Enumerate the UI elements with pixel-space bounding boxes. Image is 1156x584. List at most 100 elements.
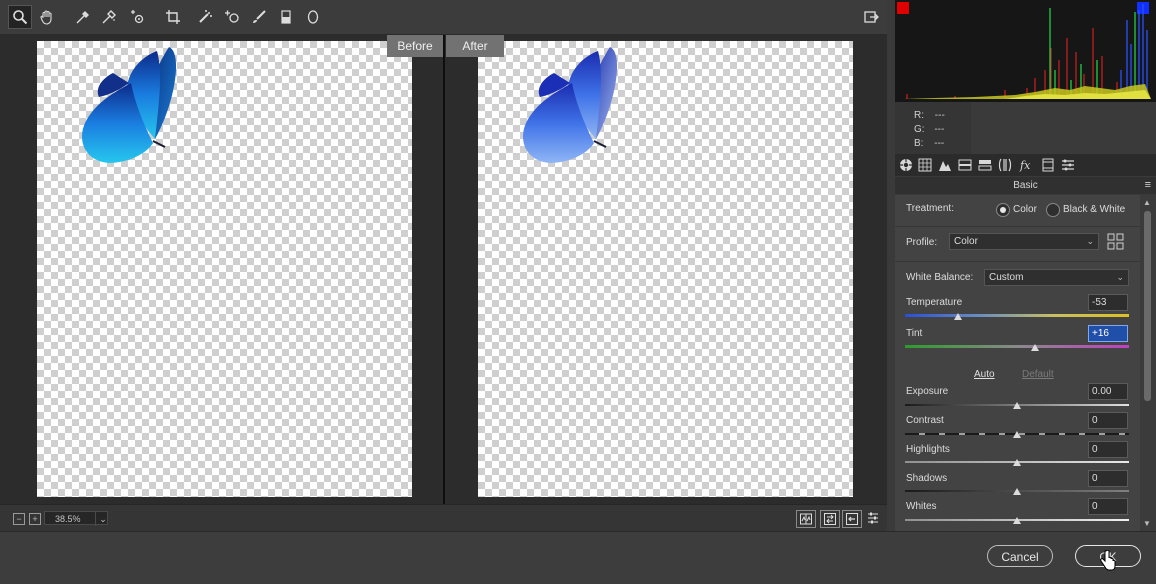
g-value: ---: [934, 124, 945, 135]
panel-scrollbar[interactable]: ▲ ▼: [1140, 195, 1156, 531]
panel-title: Basic: [1013, 180, 1038, 191]
zoom-in-button[interactable]: +: [29, 513, 41, 525]
chevron-down-icon: ⌄: [1086, 236, 1094, 246]
highlights-label: Highlights: [906, 444, 950, 455]
zoom-icon[interactable]: [8, 5, 32, 29]
swap-settings-icon[interactable]: [820, 510, 840, 528]
exposure-slider-thumb[interactable]: [1013, 402, 1021, 409]
tint-slider-thumb[interactable]: [1030, 344, 1039, 351]
contrast-field[interactable]: 0: [1088, 412, 1128, 429]
detail-icon[interactable]: [937, 157, 953, 173]
chevron-down-icon: ⌄: [1116, 272, 1124, 282]
exposure-field[interactable]: 0.00: [1088, 383, 1128, 400]
scrollbar-thumb[interactable]: [1144, 211, 1151, 401]
zoom-level-field[interactable]: 38.5% ⌄: [44, 511, 110, 526]
white-balance-value: Custom: [989, 272, 1024, 283]
treatment-color-radio[interactable]: [996, 203, 1010, 217]
hsl-icon[interactable]: [957, 157, 973, 173]
lens-corrections-icon[interactable]: [997, 157, 1013, 173]
targeted-adjustment-icon[interactable]: [126, 6, 148, 28]
adjustment-brush-icon[interactable]: [248, 6, 270, 28]
contrast-slider-thumb[interactable]: [1013, 431, 1021, 438]
treatment-bw-radio[interactable]: [1046, 203, 1060, 217]
presets-icon[interactable]: [1060, 157, 1076, 173]
rgb-readout: R: --- G: --- B: ---: [895, 102, 1156, 154]
shadows-field[interactable]: 0: [1088, 470, 1128, 487]
basic-settings-panel: Treatment: Color Black & White Profile: …: [895, 195, 1140, 531]
copy-settings-icon[interactable]: [842, 510, 862, 528]
divider: [895, 261, 1140, 262]
panel-header: Basic ≡: [895, 177, 1156, 194]
view-mode-icon[interactable]: [796, 510, 816, 528]
default-button[interactable]: Default: [1022, 369, 1054, 380]
whites-field[interactable]: 0: [1088, 498, 1128, 515]
profile-value: Color: [954, 236, 978, 247]
histogram: [895, 0, 1156, 102]
temperature-slider-track[interactable]: [905, 314, 1129, 317]
treatment-label: Treatment:: [906, 203, 954, 214]
highlights-field[interactable]: 0: [1088, 441, 1128, 458]
treatment-color-label: Color: [1013, 204, 1037, 215]
split-toning-icon[interactable]: [977, 157, 993, 173]
auto-button[interactable]: Auto: [974, 369, 995, 380]
profile-browser-icon[interactable]: [1107, 233, 1125, 250]
zoom-out-button[interactable]: −: [13, 513, 25, 525]
histogram-graph: [903, 4, 1151, 99]
scroll-up-icon[interactable]: ▲: [1143, 198, 1151, 207]
preview-preferences-icon[interactable]: [864, 510, 882, 526]
preview-bottom-bar: − + 38.5% ⌄: [0, 504, 887, 531]
after-canvas[interactable]: [478, 41, 853, 497]
r-label: R:: [914, 110, 924, 121]
shadows-slider-thumb[interactable]: [1013, 488, 1021, 495]
shadows-label: Shadows: [906, 473, 948, 484]
before-canvas[interactable]: [37, 41, 412, 497]
contrast-label: Contrast: [906, 415, 944, 426]
crop-icon[interactable]: [162, 6, 184, 28]
zoom-dropdown-caret[interactable]: ⌄: [95, 512, 110, 526]
effects-fx-icon[interactable]: fx: [1018, 157, 1034, 173]
dialog-footer: Cancel OK: [0, 531, 1156, 584]
g-label: G:: [914, 124, 925, 135]
r-value: ---: [934, 110, 945, 121]
tint-field[interactable]: +16: [1088, 325, 1128, 342]
temperature-label: Temperature: [906, 297, 963, 308]
basic-panel-icon[interactable]: [898, 157, 914, 173]
treatment-bw-label: Black & White: [1063, 204, 1126, 215]
color-sampler-icon[interactable]: [98, 6, 120, 28]
spot-removal-icon[interactable]: [194, 6, 216, 28]
radial-filter-icon[interactable]: [302, 6, 324, 28]
red-eye-icon[interactable]: [221, 6, 243, 28]
split-divider: [443, 35, 445, 504]
tone-curve-icon[interactable]: [917, 157, 933, 173]
graduated-filter-icon[interactable]: [275, 6, 297, 28]
cancel-button[interactable]: Cancel: [987, 545, 1053, 567]
temperature-slider-thumb[interactable]: [953, 313, 962, 320]
before-butterfly-image: [82, 47, 177, 163]
tint-slider-track[interactable]: [905, 345, 1129, 348]
profile-label: Profile:: [906, 237, 938, 248]
whites-slider-thumb[interactable]: [1013, 517, 1021, 524]
tool-bar: [0, 0, 887, 35]
mouse-pointer-icon: [1100, 550, 1116, 571]
svg-text:fx: fx: [1019, 159, 1031, 172]
panel-menu-icon[interactable]: ≡: [1145, 177, 1151, 194]
temperature-field[interactable]: -53: [1088, 294, 1128, 311]
white-balance-select[interactable]: Custom ⌄: [984, 269, 1129, 286]
after-tab[interactable]: After: [446, 35, 504, 57]
b-value: ---: [934, 138, 945, 149]
highlights-slider-thumb[interactable]: [1013, 459, 1021, 466]
b-label: B:: [914, 138, 924, 149]
zoom-level-value: 38.5%: [55, 514, 81, 524]
hand-icon[interactable]: [36, 6, 58, 28]
white-balance-icon[interactable]: [72, 6, 94, 28]
tint-label: Tint: [906, 328, 923, 339]
export-icon[interactable]: [860, 6, 882, 28]
before-tab[interactable]: Before: [387, 35, 443, 57]
preview-area: Before After: [0, 35, 887, 504]
profile-select[interactable]: Color ⌄: [949, 233, 1099, 250]
panel-tab-bar: fx: [895, 154, 1156, 176]
divider: [895, 226, 1140, 227]
scroll-down-icon[interactable]: ▼: [1143, 519, 1151, 528]
camera-calibration-icon[interactable]: [1040, 157, 1056, 173]
radio-selected-dot: [1000, 207, 1006, 213]
